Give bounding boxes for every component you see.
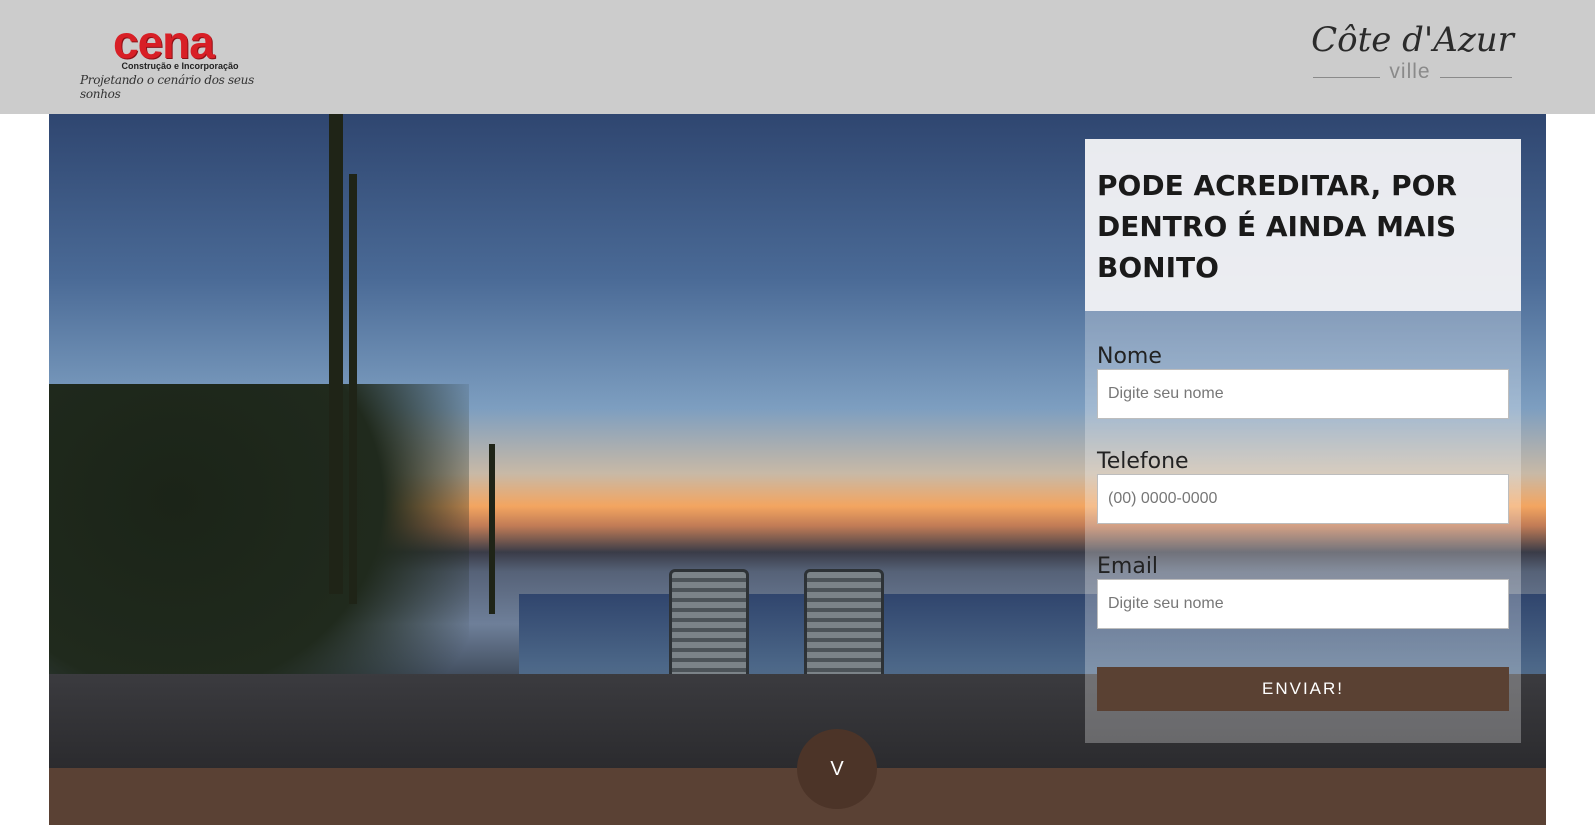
submit-button[interactable]: ENVIAR!: [1097, 667, 1509, 711]
email-label: Email: [1097, 554, 1159, 579]
name-input[interactable]: [1097, 369, 1509, 419]
logo-divider-right: [1440, 77, 1512, 78]
palm-trunk: [349, 174, 357, 604]
palm-trunk: [329, 114, 343, 594]
lounge-chair: [804, 569, 884, 689]
form-title: PODE ACREDITAR, POR DENTRO É AINDA MAIS …: [1097, 169, 1457, 284]
cena-logo[interactable]: cena Construção e Incorporação Projetand…: [80, 16, 280, 101]
tree-trunk: [489, 444, 495, 614]
phone-input[interactable]: [1097, 474, 1509, 524]
lounge-chair: [669, 569, 749, 689]
logo-divider-left: [1313, 77, 1380, 78]
form-header: PODE ACREDITAR, POR DENTRO É AINDA MAIS …: [1085, 139, 1521, 311]
cena-logo-subtitle: Construção e Incorporação: [121, 61, 239, 71]
cote-dazur-subname: ville: [1389, 60, 1431, 83]
cote-dazur-wordmark: Côte d'Azur: [1311, 20, 1514, 60]
scroll-down-button[interactable]: V: [797, 729, 877, 809]
phone-label: Telefone: [1097, 449, 1189, 474]
contact-form: PODE ACREDITAR, POR DENTRO É AINDA MAIS …: [1085, 139, 1521, 743]
cena-logo-wordmark: cena: [113, 16, 215, 68]
email-input[interactable]: [1097, 579, 1509, 629]
cena-logo-tagline: Projetando o cenário dos seus sonhos: [80, 73, 254, 101]
cote-dazur-logo[interactable]: Côte d'Azur ville: [1310, 18, 1515, 88]
site-header: cena Construção e Incorporação Projetand…: [0, 0, 1595, 114]
name-label: Nome: [1097, 344, 1162, 369]
